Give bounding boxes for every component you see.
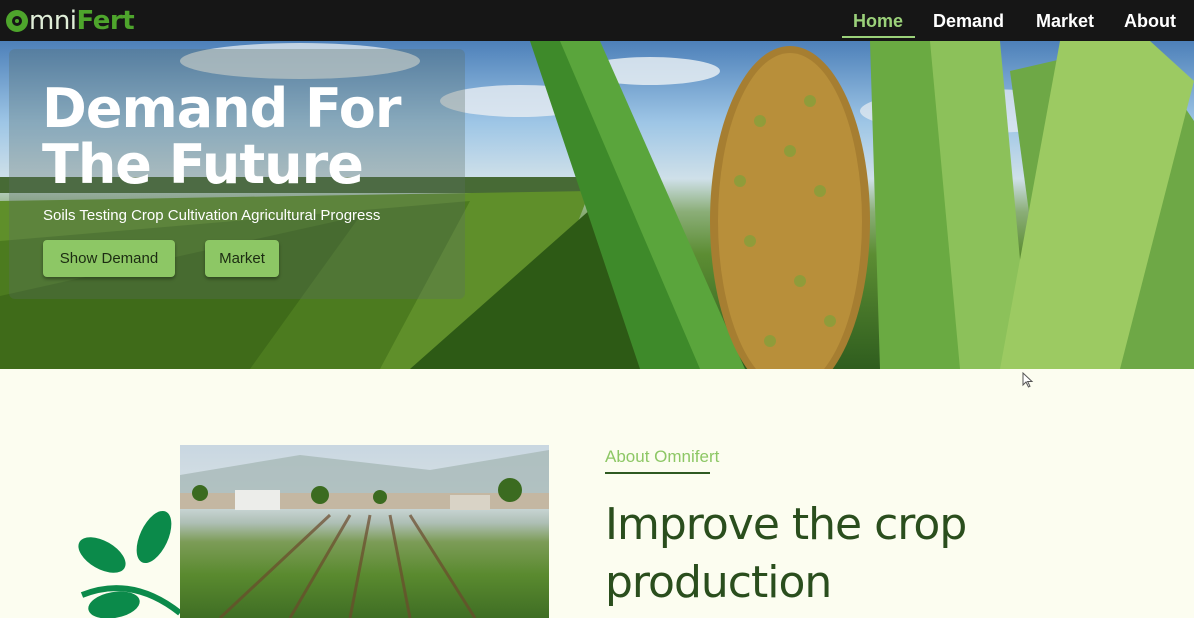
navbar: mni Fert Home Demand Market About xyxy=(0,0,1194,41)
mouse-cursor-icon xyxy=(1022,372,1034,388)
hero-section: Demand For The Future Soils Testing Crop… xyxy=(0,41,1194,369)
about-heading: Improve the crop production xyxy=(605,499,967,608)
hero-title: Demand For The Future xyxy=(42,77,401,196)
hero-subtitle: Soils Testing Crop Cultivation Agricultu… xyxy=(43,207,381,224)
show-demand-button[interactable]: Show Demand xyxy=(43,240,175,277)
nav-about[interactable]: About xyxy=(1124,11,1176,32)
logo-o-icon xyxy=(6,10,28,32)
nav-demand[interactable]: Demand xyxy=(933,11,1004,32)
about-section-label: About Omnifert xyxy=(605,447,720,466)
brand-name-part2: Fert xyxy=(76,6,135,36)
nav-active-underline xyxy=(842,36,915,38)
about-label-underline xyxy=(605,472,710,474)
nav-home[interactable]: Home xyxy=(853,11,903,32)
farm-field-image xyxy=(180,445,549,618)
leaf-decoration-icon xyxy=(78,510,182,618)
brand-logo[interactable]: mni Fert xyxy=(6,4,135,38)
market-button[interactable]: Market xyxy=(205,240,279,277)
nav-market[interactable]: Market xyxy=(1036,11,1094,32)
brand-name-part1: mni xyxy=(29,6,77,36)
